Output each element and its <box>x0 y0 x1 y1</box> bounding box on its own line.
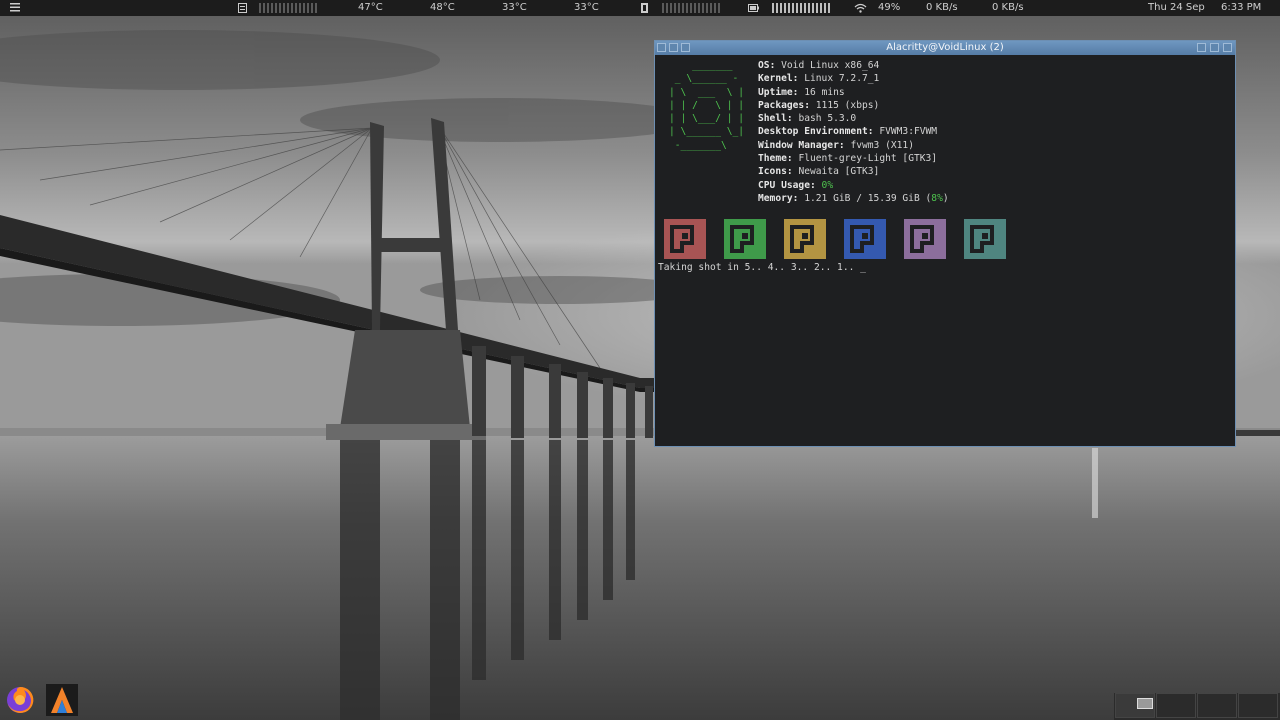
clock: 6:33 PM <box>1221 2 1262 13</box>
date: Thu 24 Sep <box>1148 2 1205 13</box>
temp-4: 33°C <box>574 2 599 13</box>
window-titlebar[interactable]: Alacritty@VoidLinux (2) <box>655 41 1235 55</box>
desk-1[interactable] <box>1115 693 1155 718</box>
terminal-output[interactable]: _______ _ \______ - | \ ___ \ | | | / \ … <box>657 58 1233 444</box>
prompt-line: Taking shot in 5.. 4.. 3.. 2.. 1.. _ <box>658 262 866 273</box>
desk-2[interactable] <box>1156 693 1196 718</box>
desk-3[interactable] <box>1197 693 1237 718</box>
minimize-button[interactable] <box>1197 43 1206 52</box>
cpu-meter <box>259 3 317 13</box>
alacritty-icon[interactable] <box>46 684 78 716</box>
battery-meter <box>772 3 830 13</box>
wifi-signal: 49% <box>878 2 901 13</box>
window-title: Alacritty@VoidLinux (2) <box>886 42 1004 53</box>
fastfetch-info: OS: Void Linux x86_64 Kernel: Linux 7.2.… <box>758 59 949 205</box>
maximize-button[interactable] <box>1210 43 1219 52</box>
menu-icon[interactable] <box>10 3 20 15</box>
wifi-icon <box>854 3 867 16</box>
memory-icon <box>640 3 649 16</box>
info-line: Uptime: 16 mins <box>758 86 845 98</box>
window-menu-button[interactable] <box>657 43 666 52</box>
net-down: 0 KB/s <box>926 2 958 13</box>
window-stick-button[interactable] <box>669 43 678 52</box>
color-swatch <box>964 219 1006 259</box>
info-line: Window Manager: fvwm3 (X11) <box>758 139 914 151</box>
void-logo-ascii: _______ _ \______ - | \ ___ \ | | | / \ … <box>669 60 745 151</box>
cpu-icon <box>238 3 247 16</box>
desk-4[interactable] <box>1238 693 1278 718</box>
top-panel: 47°C 48°C 33°C 33°C 49% 0 KB/s 0 KB/s Th… <box>0 0 1280 16</box>
info-line: Packages: 1115 (xbps) <box>758 99 880 111</box>
window-shade-button[interactable] <box>681 43 690 52</box>
desktop-pager[interactable] <box>1114 693 1280 720</box>
color-swatch <box>664 219 706 259</box>
info-line: OS: Void Linux x86_64 <box>758 60 880 71</box>
memory-line: Memory: 1.21 GiB / 15.39 GiB (8%) <box>758 192 949 204</box>
battery-icon <box>748 4 759 15</box>
info-line: Kernel: Linux 7.2.7_1 <box>758 73 880 85</box>
terminal-window[interactable]: Alacritty@VoidLinux (2) _______ _ \_____… <box>654 40 1236 447</box>
temp-2: 48°C <box>430 2 455 13</box>
temp-1: 47°C <box>358 2 383 13</box>
net-up: 0 KB/s <box>992 2 1024 13</box>
firefox-icon[interactable] <box>4 684 36 716</box>
color-swatch <box>904 219 946 259</box>
color-swatch <box>724 219 766 259</box>
info-line: Shell: bash 5.3.0 <box>758 113 857 125</box>
color-swatch <box>844 219 886 259</box>
color-swatch <box>784 219 826 259</box>
close-button[interactable] <box>1223 43 1232 52</box>
memory-meter <box>662 3 720 13</box>
info-line: Icons: Newaita [GTK3] <box>758 166 880 178</box>
info-line: Desktop Environment: FVWM3:FVWM <box>758 126 938 138</box>
window-thumbnail <box>1137 698 1153 709</box>
cpu-usage-line: CPU Usage: 0% <box>758 179 834 191</box>
temp-3: 33°C <box>502 2 527 13</box>
info-line: Theme: Fluent-grey-Light [GTK3] <box>758 153 938 165</box>
